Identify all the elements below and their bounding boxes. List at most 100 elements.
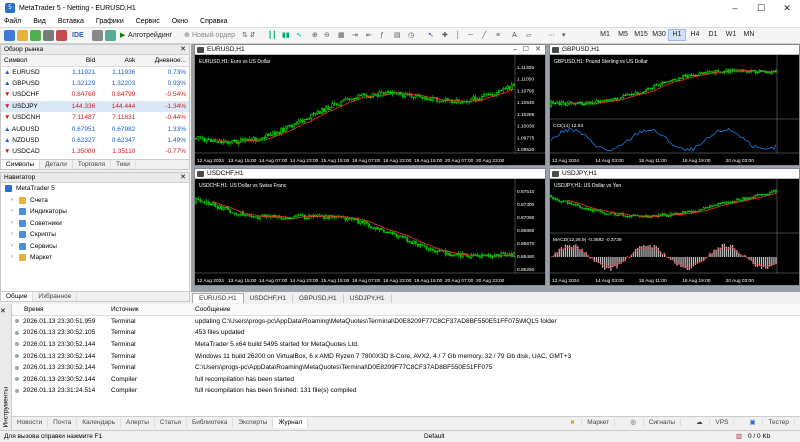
tab-journal[interactable]: Журнал [273, 418, 309, 428]
line-chart-icon[interactable]: ∿ [296, 30, 302, 42]
channel-icon[interactable]: ≡ [496, 30, 500, 42]
tf-h1[interactable]: H1 [668, 29, 686, 41]
chevron-right-icon[interactable]: › [11, 241, 19, 253]
maximize-icon[interactable]: ☐ [523, 45, 529, 55]
cursor-icon[interactable]: ↖ [428, 30, 434, 42]
log-row[interactable]: 2026.01.13 23:31:24.514 Compiler full re… [12, 385, 800, 397]
column-header[interactable]: Время [12, 304, 108, 317]
tree-item-services[interactable]: › Сервисы [5, 241, 189, 253]
candlestick-chart[interactable]: USDJPY,H1: US Dollar vs Yen 12 Aug 2024 14… [550, 179, 799, 285]
vps-button[interactable]: ☁ VPS [686, 418, 739, 428]
table-row[interactable]: ▼ USDJPY 144.336 144.444 -1.34% [1, 100, 189, 112]
column-header[interactable]: Дневное... [138, 55, 189, 67]
candlestick-chart[interactable]: EURUSD,H1: Euro vs US Dollar 1.11305 1.110… [195, 55, 545, 165]
indicators-icon[interactable]: ƒ [380, 30, 384, 42]
tester-button[interactable]: ▣ Тестер [739, 418, 800, 428]
tree-item-indicators[interactable]: › Индикаторы [5, 206, 189, 218]
text-icon[interactable]: A [512, 30, 517, 42]
history-icon[interactable] [92, 30, 103, 41]
table-row[interactable]: ▲ NZDUSD 0.62327 0.62347 1.49% [1, 135, 189, 146]
trade-icons[interactable]: ⇅ ⇵ [242, 30, 256, 42]
close-icon[interactable]: ✕ [180, 45, 186, 55]
tf-w1[interactable]: W1 [722, 29, 740, 41]
table-row[interactable]: ▲ AUDUSD 0.67951 0.67982 1.33% [1, 123, 189, 134]
column-header[interactable]: Источник [108, 304, 192, 317]
signals-button[interactable]: ◎ Сигналы [620, 418, 686, 428]
chart-tab-eurusd[interactable]: EURUSD,H1 [192, 293, 244, 303]
strategy-icon[interactable] [105, 30, 116, 41]
menu-file[interactable]: Файл [4, 18, 21, 25]
chevron-right-icon[interactable]: › [11, 195, 19, 207]
tab-library[interactable]: Библиотека [187, 418, 234, 428]
crosshair-icon[interactable]: ✚ [442, 30, 448, 42]
tab-ticks[interactable]: Тики [111, 160, 136, 169]
maximize-button[interactable]: ☐ [748, 0, 774, 16]
bar-chart-icon[interactable]: ┃┃ [268, 30, 276, 42]
vertical-line-icon[interactable]: │ [456, 30, 460, 42]
candlestick-chart[interactable]: USDCHF,H1: US Dollar vs Swiss Franc 0.875… [195, 179, 545, 285]
close-icon[interactable]: ✕ [0, 307, 6, 315]
column-header[interactable]: Ask [98, 55, 139, 67]
shapes-icon[interactable]: ▱ [526, 30, 531, 42]
tf-m5[interactable]: M5 [614, 29, 632, 41]
zoom-out-icon[interactable]: ⊖ [324, 30, 330, 42]
log-row[interactable]: 2026.01.13 23:30:52.144 Terminal Windows… [12, 350, 800, 362]
log-row[interactable]: 2026.01.13 23:30:52.144 Compiler full re… [12, 374, 800, 386]
minimize-icon[interactable]: – [513, 45, 517, 55]
chart-shift-icon[interactable]: ⇤ [366, 30, 372, 42]
chart-tab-usdjpy[interactable]: USDJPY,H1 [344, 294, 392, 303]
column-header[interactable]: Bid [58, 55, 99, 67]
periods-dropdown-icon[interactable]: ▾ [562, 30, 566, 42]
tree-item-market[interactable]: › Маркет [5, 252, 189, 264]
table-row[interactable]: ▲ GBPUSD 1.32129 1.32203 0.93% [1, 78, 189, 89]
tf-m30[interactable]: M30 [650, 29, 668, 41]
navigator-icon[interactable] [43, 30, 54, 41]
market-button[interactable]: ■ Маркет [561, 418, 621, 428]
chart-tab-usdchf[interactable]: USDCHF,H1 [244, 294, 294, 303]
table-row[interactable]: ▼ USDCHF 0.84760 0.84799 -0.54% [1, 89, 189, 100]
tab-articles[interactable]: Статьи [155, 418, 187, 428]
chart-window-usdchf[interactable]: USDCHF,H1 USDCHF,H1: US Dollar vs Swiss … [194, 168, 546, 286]
close-icon[interactable]: ✕ [535, 45, 541, 55]
chart-window-eurusd[interactable]: EURUSD,H1 – ☐ ✕ EURUSD,H1: Euro vs US Doll… [194, 44, 546, 166]
tab-symbols[interactable]: Символы [1, 160, 41, 169]
market-watch-icon[interactable] [30, 30, 41, 41]
chevron-right-icon[interactable]: › [11, 252, 19, 264]
horizontal-line-icon[interactable]: ─ [468, 30, 473, 42]
column-header[interactable]: Сообщение [192, 304, 800, 317]
menu-tools[interactable]: Сервис [136, 18, 160, 25]
tf-mn[interactable]: MN [740, 29, 758, 41]
log-row[interactable]: 2026.01.13 23:30:52.144 Terminal C:\User… [12, 362, 800, 374]
templates-icon[interactable]: ▤ [394, 30, 401, 42]
menu-charts[interactable]: Графики [96, 18, 124, 25]
log-row[interactable]: 2026.01.13 23:30:51.959 Terminal updatin… [12, 316, 800, 328]
log-row[interactable]: 2026.01.13 23:30:52.105 Terminal 453 fil… [12, 327, 800, 339]
close-button[interactable]: ✕ [774, 0, 800, 16]
autoscroll-icon[interactable]: ⇥ [352, 30, 358, 42]
trendline-icon[interactable]: ╱ [482, 30, 486, 42]
minimize-button[interactable]: – [722, 0, 748, 16]
tf-m1[interactable]: M1 [596, 29, 614, 41]
tab-experts[interactable]: Эксперты [233, 418, 274, 428]
ide-button[interactable]: IDE [72, 30, 84, 42]
chevron-right-icon[interactable]: › [11, 206, 19, 218]
tree-root[interactable]: MetaTrader 5 [5, 183, 189, 195]
chevron-right-icon[interactable]: › [11, 229, 19, 241]
terminal-icon[interactable] [56, 30, 67, 41]
tile-windows-icon[interactable]: ▦ [338, 30, 345, 42]
table-row[interactable]: ▼ USDCAD 1.35080 1.35110 -0.77% [1, 146, 189, 157]
zoom-in-icon[interactable]: ⊕ [312, 30, 318, 42]
tab-alerts[interactable]: Алерты [121, 418, 155, 428]
tab-calendar[interactable]: Календарь [77, 418, 122, 428]
new-chart-icon[interactable] [4, 30, 15, 41]
tf-d1[interactable]: D1 [704, 29, 722, 41]
tab-news[interactable]: Новости [12, 418, 49, 428]
chevron-right-icon[interactable]: › [11, 218, 19, 230]
candlestick-chart[interactable]: GBPUSD,H1: Pound Sterling vs US Dollar 12… [550, 55, 799, 165]
tree-item-accounts[interactable]: › Счета [5, 195, 189, 207]
log-row[interactable]: 2026.01.13 23:30:52.144 Terminal MetaTra… [12, 339, 800, 351]
menu-help[interactable]: Справка [200, 18, 227, 25]
more-tools-icon[interactable]: ⋯ [548, 30, 555, 42]
tab-details[interactable]: Детали [40, 160, 73, 169]
tf-h4[interactable]: H4 [686, 29, 704, 41]
